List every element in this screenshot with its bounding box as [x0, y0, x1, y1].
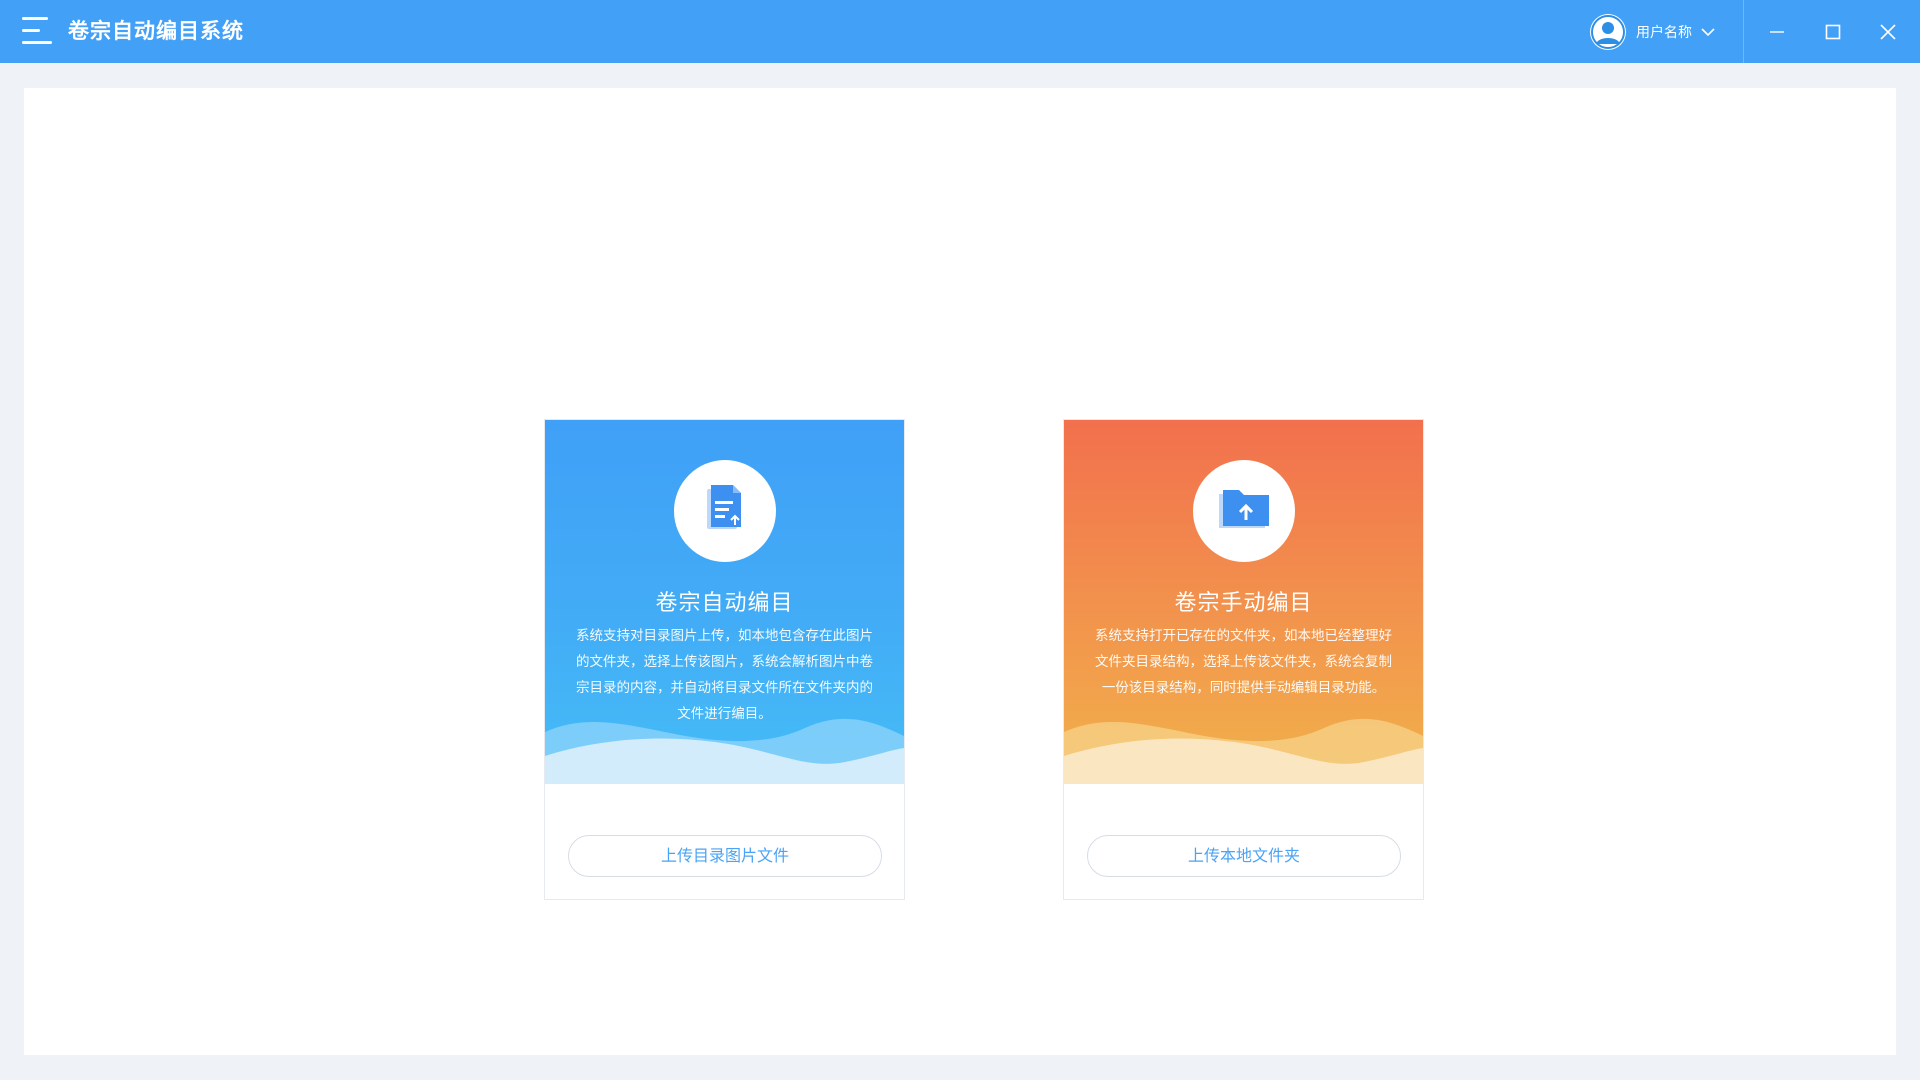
title-bar: 卷宗自动编目系统 用户名称: [0, 0, 1920, 63]
user-avatar-icon: [1590, 14, 1626, 50]
maximize-icon[interactable]: [1813, 12, 1853, 52]
manual-catalog-card: 卷宗手动编目 系统支持打开已存在的文件夹，如本地已经整理好文件夹目录结构，选择上…: [1063, 419, 1424, 900]
icon-badge: [1193, 460, 1295, 562]
card-header: 卷宗手动编目 系统支持打开已存在的文件夹，如本地已经整理好文件夹目录结构，选择上…: [1064, 420, 1423, 784]
chevron-down-icon[interactable]: [1700, 24, 1716, 40]
auto-catalog-card: 卷宗自动编目 系统支持对目录图片上传，如本地包含存在此图片的文件夹，选择上传该图…: [544, 419, 905, 900]
upload-image-button[interactable]: 上传目录图片文件: [568, 835, 882, 877]
document-upload-icon: [701, 483, 749, 539]
card-title: 卷宗自动编目: [655, 591, 794, 616]
user-menu[interactable]: 用户名称: [1590, 12, 1716, 52]
card-header: 卷宗自动编目 系统支持对目录图片上传，如本地包含存在此图片的文件夹，选择上传该图…: [545, 420, 904, 784]
wave-decoration: [545, 718, 904, 784]
minimize-icon[interactable]: [1757, 12, 1797, 52]
user-name: 用户名称: [1636, 25, 1692, 41]
card-description: 系统支持打开已存在的文件夹，如本地已经整理好文件夹目录结构，选择上传该文件夹，系…: [1095, 628, 1392, 696]
icon-badge: [674, 460, 776, 562]
header-divider: [1743, 0, 1744, 63]
card-title: 卷宗手动编目: [1174, 591, 1313, 616]
hamburger-menu-icon[interactable]: [22, 15, 56, 47]
main-content: 卷宗自动编目 系统支持对目录图片上传，如本地包含存在此图片的文件夹，选择上传该图…: [24, 88, 1896, 1055]
wave-decoration: [1064, 718, 1423, 784]
folder-upload-icon: [1217, 486, 1271, 536]
upload-folder-button[interactable]: 上传本地文件夹: [1087, 835, 1401, 877]
close-icon[interactable]: [1868, 12, 1908, 52]
card-description: 系统支持对目录图片上传，如本地包含存在此图片的文件夹，选择上传该图片，系统会解析…: [576, 628, 873, 722]
app-title: 卷宗自动编目系统: [68, 19, 244, 43]
